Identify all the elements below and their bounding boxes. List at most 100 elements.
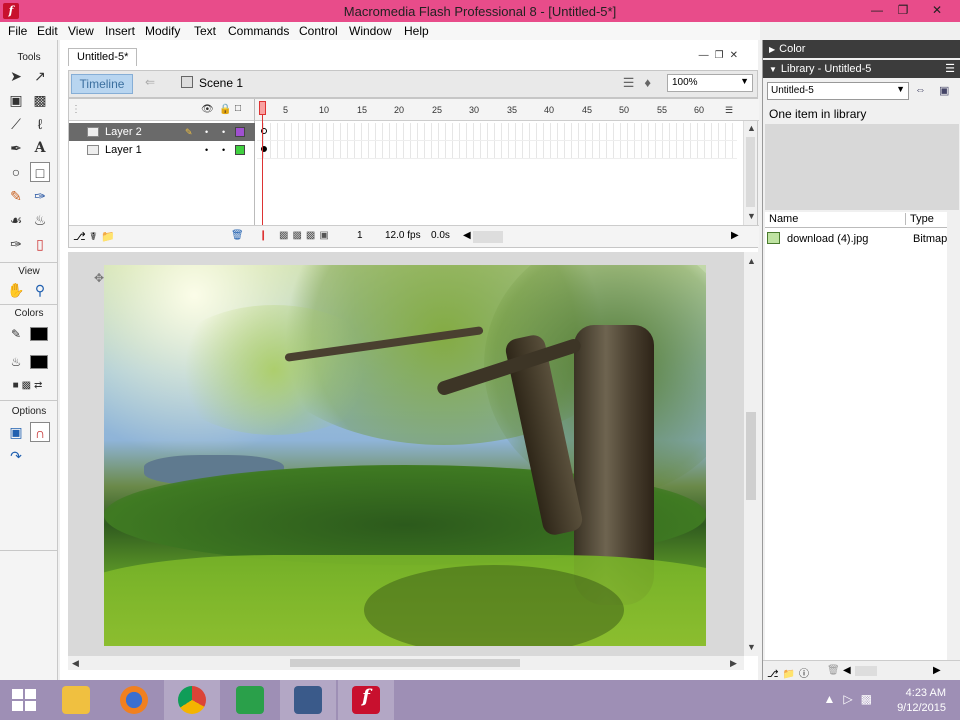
lock-icon[interactable]: 🔒 [219, 104, 231, 115]
hand-tool-icon[interactable]: ✋ [6, 280, 26, 300]
edit-scene-symbol-icons[interactable]: ☰♦ [623, 75, 661, 91]
library-footer-icons[interactable]: ⎇📁ⓘ [767, 665, 813, 680]
menu-text[interactable]: Text [194, 24, 216, 38]
selection-tool-icon[interactable]: ➤ [6, 66, 26, 86]
timeline-scroll-right[interactable]: ▶ [731, 230, 739, 241]
menu-insert[interactable]: Insert [105, 24, 135, 38]
menu-modify[interactable]: Modify [145, 24, 180, 38]
outline-icon[interactable]: □ [235, 103, 241, 114]
timeline-menu-icon[interactable]: ☰ [725, 105, 733, 116]
taskbar-file-explorer[interactable] [48, 680, 104, 720]
ruler-tick: 55 [657, 105, 668, 115]
onion-skin-icons[interactable]: ▩▩▩▣ [279, 230, 333, 241]
layer-icon [87, 127, 99, 137]
taskbar-chrome[interactable] [164, 680, 220, 720]
visibility-dot[interactable]: • [205, 145, 208, 155]
library-panel-header[interactable]: ▼ Library - Untitled-5 ☰ [763, 60, 960, 78]
library-scroll-left[interactable]: ◀ [843, 665, 851, 676]
eyedropper-tool-icon[interactable]: ✑ [6, 234, 26, 254]
fill-color-swatch[interactable] [30, 355, 48, 369]
menu-view[interactable]: View [68, 24, 94, 38]
zoom-tool-icon[interactable]: ⚲ [30, 280, 50, 300]
pin-library-icon[interactable]: ⇔ [915, 84, 926, 96]
back-arrow-icon[interactable]: ⇐ [145, 75, 155, 89]
new-library-panel-icon[interactable]: ▣ [939, 84, 949, 97]
oval-tool-icon[interactable]: ○ [6, 162, 26, 182]
lasso-tool-icon[interactable]: ℓ [30, 114, 50, 134]
layer-outline-color[interactable] [235, 145, 245, 155]
add-layer-icons[interactable]: ⎇☤📁 [73, 230, 119, 243]
close-button[interactable]: ✕ [922, 0, 952, 22]
document-window-controls[interactable]: —❐✕ [699, 50, 744, 61]
timeline-scroll-left[interactable]: ◀ [463, 230, 471, 241]
library-vertical-scrollbar[interactable] [947, 212, 959, 660]
timeline-vertical-scrollbar[interactable]: ▲ ▼ [743, 121, 757, 225]
stroke-color-swatch[interactable] [30, 327, 48, 341]
text-tool-icon[interactable]: A [30, 138, 50, 158]
library-horizontal-thumb[interactable] [855, 666, 877, 676]
ruler-tick: 25 [432, 105, 443, 115]
taskbar-flash[interactable]: f [338, 680, 394, 720]
menu-window[interactable]: Window [349, 24, 392, 38]
pencil-tool-icon[interactable]: ✎ [6, 186, 26, 206]
menu-help[interactable]: Help [404, 24, 429, 38]
layer-outline-color[interactable] [235, 127, 245, 137]
taskbar-firefox[interactable] [106, 680, 162, 720]
visibility-dot[interactable]: • [205, 127, 208, 137]
document-tab[interactable]: Untitled-5* [68, 48, 138, 66]
center-frame-icon[interactable]: ❙ [259, 230, 267, 241]
library-document-select[interactable]: Untitled-5 ▼ [767, 82, 909, 100]
frame-rate[interactable]: 12.0 fps [385, 230, 421, 241]
fill-transform-tool-icon[interactable]: ▩ [30, 90, 50, 110]
ink-bottle-tool-icon[interactable]: ☙ [6, 210, 26, 230]
menu-commands[interactable]: Commands [228, 24, 289, 38]
taskbar-recorder[interactable] [280, 680, 336, 720]
timeline-horizontal-thumb[interactable] [473, 231, 503, 243]
color-options-icons[interactable]: ■▩⇄ [4, 376, 54, 396]
type-column-header[interactable]: Type [905, 213, 934, 225]
taskbar-store[interactable] [222, 680, 278, 720]
color-panel-header[interactable]: ▶ Color [763, 40, 960, 58]
frame-ruler[interactable]: 5 10 15 20 25 30 35 40 45 50 55 60 ☰ [257, 99, 737, 121]
stage-horizontal-scrollbar[interactable]: ◀ ▶ [68, 656, 744, 670]
layer-2-frames[interactable] [257, 123, 737, 141]
name-column-header[interactable]: Name [769, 213, 798, 225]
library-scroll-right[interactable]: ▶ [933, 665, 941, 676]
delete-layer-icon[interactable]: 🗑 [231, 230, 244, 241]
library-item[interactable]: download (4).jpg Bitmap [765, 230, 957, 248]
scene-breadcrumb[interactable]: Scene 1 [181, 76, 243, 90]
timeline-toggle-button[interactable]: Timeline [71, 74, 133, 94]
layer-row-1[interactable]: Layer 1 • • [69, 141, 255, 159]
stage-vertical-scrollbar[interactable]: ▲ ▼ [744, 252, 758, 656]
paint-bucket-tool-icon[interactable]: ♨ [30, 210, 50, 230]
expand-arrow-icon: ▼ [769, 65, 777, 74]
brush-tool-icon[interactable]: ✑ [30, 186, 50, 206]
lock-dot[interactable]: • [222, 145, 225, 155]
menu-edit[interactable]: Edit [37, 24, 58, 38]
delete-item-icon[interactable]: 🗑 [827, 665, 840, 676]
rectangle-tool-icon[interactable]: □ [30, 162, 50, 182]
system-tray[interactable]: ▲▷▩ [824, 692, 880, 706]
eye-icon[interactable]: 👁 [201, 104, 214, 115]
stage-bitmap-image[interactable] [104, 265, 706, 646]
free-transform-tool-icon[interactable]: ▣ [6, 90, 26, 110]
eraser-tool-icon[interactable]: ▯ [30, 234, 50, 254]
menu-file[interactable]: File [8, 24, 27, 38]
straighten-option-icon[interactable]: ↷ [6, 446, 26, 466]
menu-control[interactable]: Control [299, 24, 338, 38]
panel-menu-icon[interactable]: ☰ [945, 62, 955, 75]
object-drawing-icon[interactable]: ▣ [6, 422, 26, 442]
zoom-select[interactable]: 100% ▼ [667, 74, 753, 92]
maximize-button[interactable]: ❐ [888, 0, 918, 22]
snap-to-objects-icon[interactable]: ∩ [30, 422, 50, 442]
layer-row-2[interactable]: Layer 2 ✎ • • [69, 123, 255, 141]
clock-time: 4:23 AM [905, 687, 946, 699]
ruler-tick: 45 [582, 105, 593, 115]
lock-dot[interactable]: • [222, 127, 225, 137]
taskbar-clock[interactable]: 4:23 AM 9/12/2015 [897, 686, 946, 716]
line-tool-icon[interactable]: ⟋ [6, 114, 26, 134]
pen-tool-icon[interactable]: ✒ [6, 138, 26, 158]
subselection-tool-icon[interactable]: ↗ [30, 66, 50, 86]
store-icon [236, 686, 264, 714]
layer-1-frames[interactable] [257, 141, 737, 159]
